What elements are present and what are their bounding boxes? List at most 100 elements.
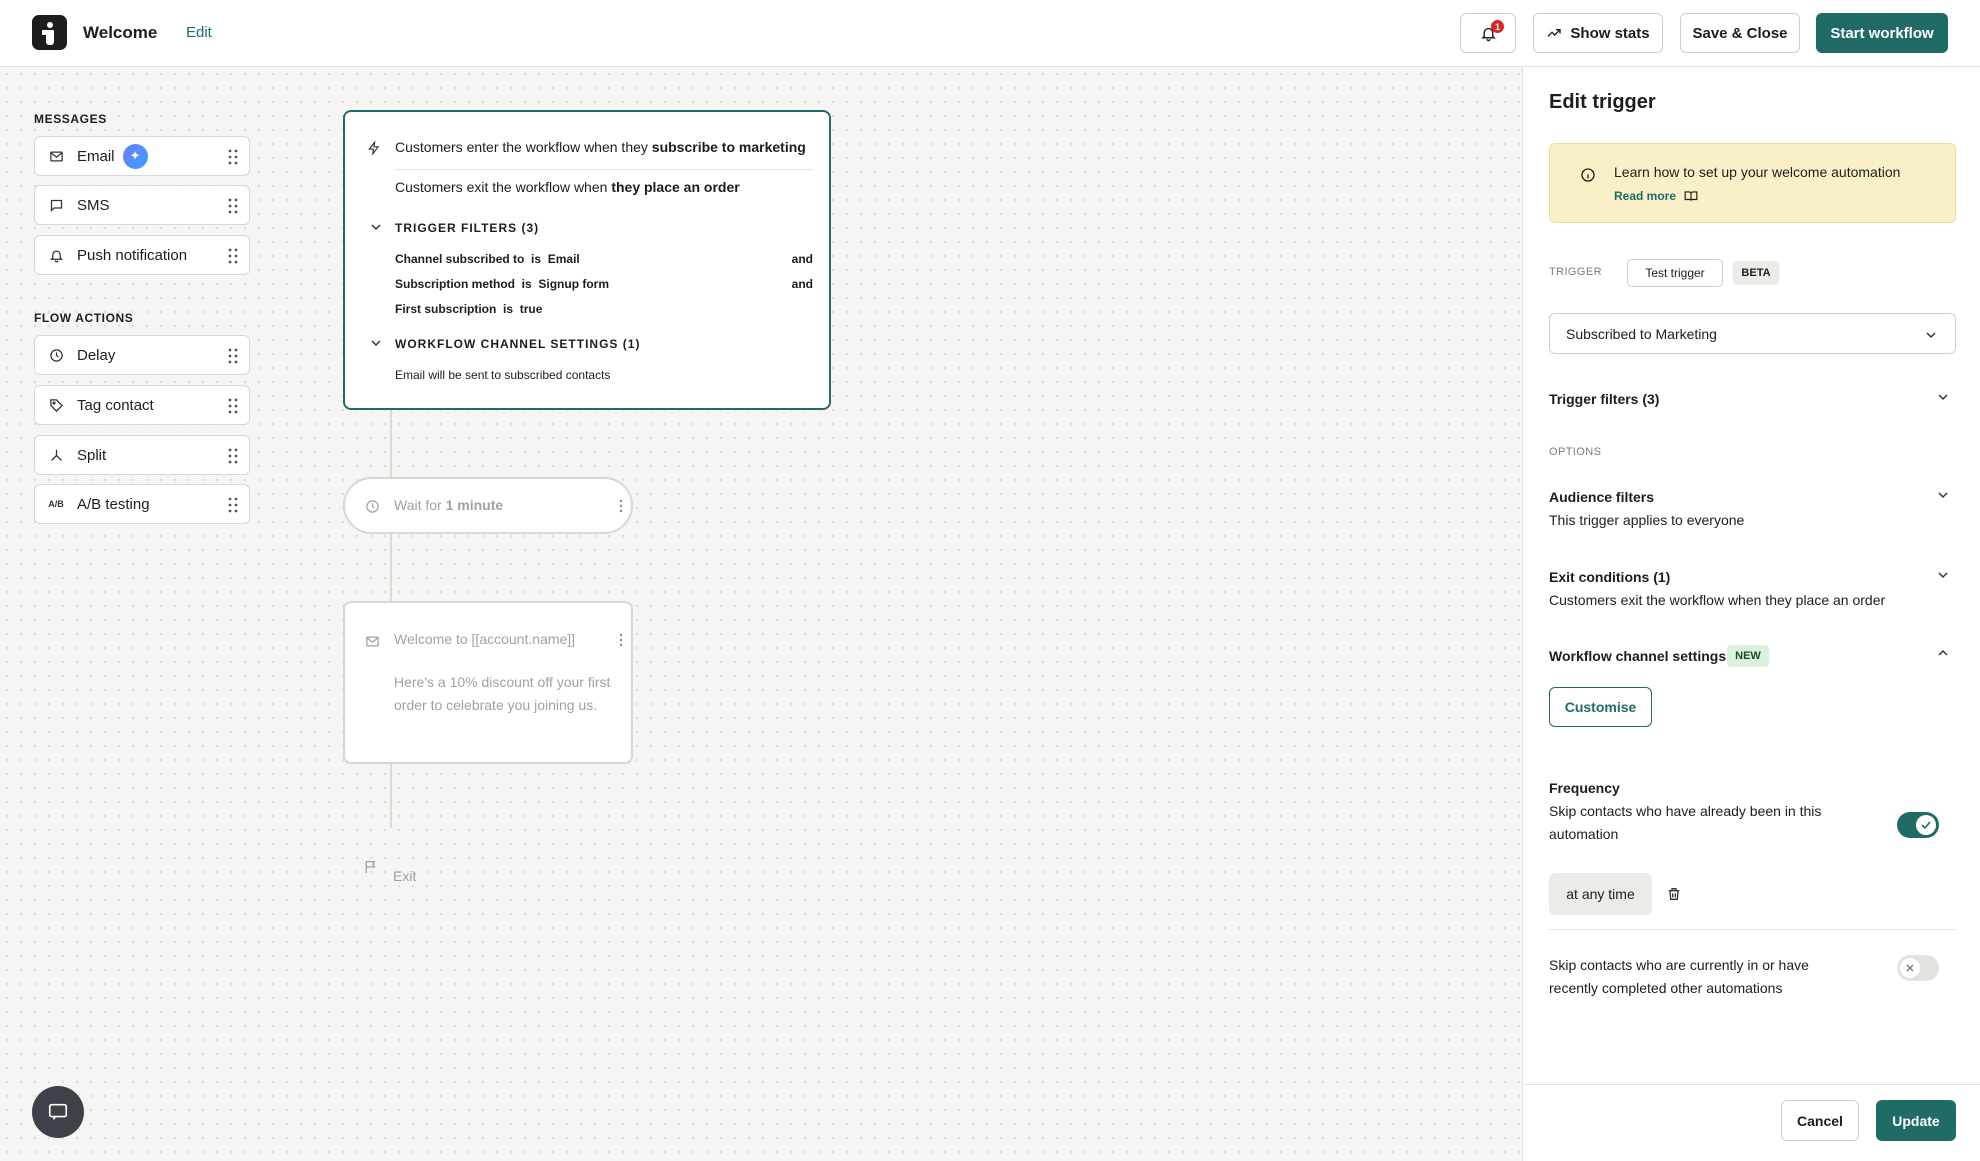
flag-icon xyxy=(365,861,376,873)
palette-item-ab-testing[interactable]: A/B A/B testing xyxy=(34,484,250,524)
channel-settings-title[interactable]: Workflow channel settings xyxy=(1549,648,1726,664)
workflow-canvas[interactable]: MESSAGES Email ✦ SMS Push notification F… xyxy=(0,67,1522,1161)
email-step-title: Welcome to [[account.name]] xyxy=(394,631,576,647)
palette-item-delay[interactable]: Delay xyxy=(34,335,250,375)
mail-icon xyxy=(48,148,64,164)
trigger-exit-text: Customers exit the workflow when they pl… xyxy=(395,179,740,195)
lightning-icon xyxy=(368,141,380,155)
channel-settings-note: Email will be sent to subscribed contact… xyxy=(395,368,611,382)
palette-item-label: Tag contact xyxy=(77,396,154,414)
chat-icon xyxy=(48,1103,68,1120)
messages-heading: MESSAGES xyxy=(34,112,107,126)
flow-actions-heading: FLOW ACTIONS xyxy=(34,311,134,325)
trigger-select-value: Subscribed to Marketing xyxy=(1566,325,1717,342)
chat-support-button[interactable] xyxy=(32,1086,84,1138)
drag-handle-icon[interactable] xyxy=(228,198,238,214)
drag-handle-icon[interactable] xyxy=(228,398,238,414)
chevron-down-icon[interactable] xyxy=(1937,391,1949,403)
check-icon xyxy=(1921,821,1931,830)
tag-icon xyxy=(48,397,64,413)
audience-filters-title[interactable]: Audience filters xyxy=(1549,489,1654,505)
email-step-card[interactable]: Welcome to [[account.name]] Here's a 10%… xyxy=(343,601,633,764)
show-stats-button[interactable]: Show stats xyxy=(1533,13,1663,53)
audience-filters-summary: This trigger applies to everyone xyxy=(1549,512,1745,528)
palette-item-push-notification[interactable]: Push notification xyxy=(34,235,250,275)
x-icon xyxy=(1906,964,1914,972)
frequency-toggle[interactable] xyxy=(1897,812,1939,838)
trigger-filter-row: First subscription is true xyxy=(395,302,543,316)
divider xyxy=(1549,929,1956,930)
read-more-label: Read more xyxy=(1614,189,1677,203)
more-options-icon[interactable] xyxy=(619,633,623,647)
trigger-label: TRIGGER xyxy=(1549,266,1602,278)
edit-title-link[interactable]: Edit xyxy=(186,24,212,41)
test-trigger-button[interactable]: Test trigger xyxy=(1627,259,1723,287)
drag-handle-icon[interactable] xyxy=(228,448,238,464)
edit-trigger-panel: Edit trigger Learn how to set up your we… xyxy=(1522,67,1980,1161)
notification-count-badge: 1 xyxy=(1491,20,1504,33)
start-workflow-button[interactable]: Start workflow xyxy=(1816,13,1948,53)
mail-icon xyxy=(366,636,379,647)
filter-join: and xyxy=(791,277,813,291)
frequency-title: Frequency xyxy=(1549,780,1620,796)
palette-item-label: SMS xyxy=(77,196,110,214)
chevron-down-icon xyxy=(1926,332,1936,339)
trigger-enter-text: Customers enter the workflow when they s… xyxy=(395,139,806,155)
drag-handle-icon[interactable] xyxy=(228,348,238,364)
save-close-button[interactable]: Save & Close xyxy=(1680,13,1800,53)
new-badge: NEW xyxy=(1727,645,1769,667)
ab-icon: A/B xyxy=(48,499,64,509)
wait-step-label: Wait for 1 minute xyxy=(394,497,504,513)
palette-item-split[interactable]: Split xyxy=(34,435,250,475)
frequency-description-cont: automation xyxy=(1549,826,1619,842)
cancel-button[interactable]: Cancel xyxy=(1781,1100,1859,1141)
update-button[interactable]: Update xyxy=(1876,1100,1956,1141)
flow-connector xyxy=(390,764,392,828)
exit-conditions-title[interactable]: Exit conditions (1) xyxy=(1549,569,1670,585)
wait-step-card[interactable]: Wait for 1 minute xyxy=(343,477,633,534)
chevron-down-icon[interactable] xyxy=(371,222,381,232)
palette-item-tag-contact[interactable]: Tag contact xyxy=(34,385,250,425)
drag-handle-icon[interactable] xyxy=(228,497,238,513)
at-any-time-chip[interactable]: at any time xyxy=(1549,873,1652,915)
beta-badge: BETA xyxy=(1733,261,1779,285)
drag-handle-icon[interactable] xyxy=(228,149,238,165)
more-options-icon[interactable] xyxy=(619,499,623,513)
exit-node-label: Exit xyxy=(393,868,417,884)
info-banner: Learn how to set up your welcome automat… xyxy=(1549,143,1956,223)
palette-item-email[interactable]: Email ✦ xyxy=(34,136,250,176)
palette-item-label: Push notification xyxy=(77,246,188,264)
info-banner-text: Learn how to set up your welcome automat… xyxy=(1614,164,1901,180)
trigger-select[interactable]: Subscribed to Marketing xyxy=(1549,313,1956,354)
trigger-filters-heading[interactable]: TRIGGER FILTERS (3) xyxy=(395,221,539,235)
palette-item-label: Email xyxy=(77,147,115,165)
top-bar: Welcome Edit 1 Show stats Save & Close S… xyxy=(0,0,1980,67)
drag-handle-icon[interactable] xyxy=(228,248,238,264)
palette-item-sms[interactable]: SMS xyxy=(34,185,250,225)
filter-join: and xyxy=(791,252,813,266)
chevron-down-icon[interactable] xyxy=(1937,489,1949,501)
clock-icon xyxy=(366,500,379,513)
options-label: OPTIONS xyxy=(1549,446,1602,458)
notifications-button[interactable]: 1 xyxy=(1460,13,1516,53)
bell-icon xyxy=(48,247,64,263)
channel-settings-heading[interactable]: WORKFLOW CHANNEL SETTINGS (1) xyxy=(395,337,640,351)
trash-icon[interactable] xyxy=(1666,886,1682,902)
read-more-link[interactable]: Read more xyxy=(1614,189,1698,203)
workflow-title: Welcome xyxy=(83,23,158,42)
customise-button[interactable]: Customise xyxy=(1549,687,1652,727)
trigger-filter-row: Subscription method is Signup form xyxy=(395,277,610,291)
trigger-filters-toggle[interactable]: Trigger filters (3) xyxy=(1549,391,1659,407)
skip-other-description: Skip contacts who are currently in or ha… xyxy=(1549,957,1809,973)
chevron-down-icon[interactable] xyxy=(1937,569,1949,581)
trigger-filter-row: Channel subscribed to is Email xyxy=(395,252,580,266)
trigger-card[interactable]: Customers enter the workflow when they s… xyxy=(343,110,831,410)
palette-item-label: Split xyxy=(77,446,107,464)
clock-icon xyxy=(48,347,64,363)
frequency-description: Skip contacts who have already been in t… xyxy=(1549,803,1822,819)
chevron-up-icon[interactable] xyxy=(1937,647,1949,659)
info-icon xyxy=(1581,168,1595,182)
logo-icon[interactable] xyxy=(32,15,67,50)
chevron-down-icon[interactable] xyxy=(371,338,381,348)
skip-other-toggle[interactable] xyxy=(1897,955,1939,981)
